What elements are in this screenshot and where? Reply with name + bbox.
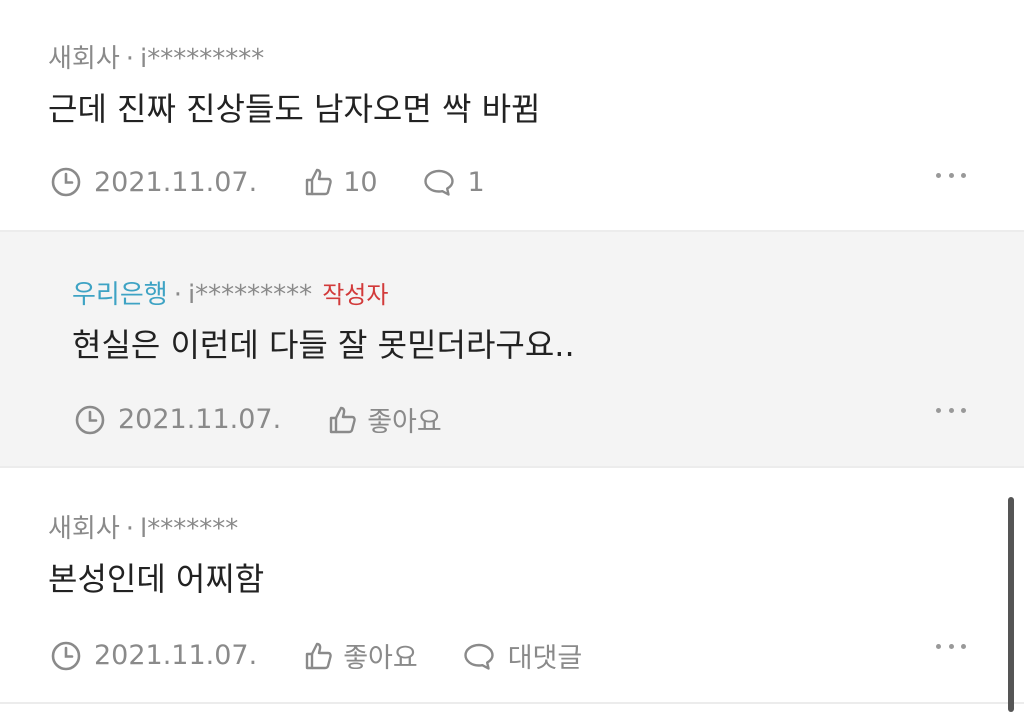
clock-icon	[51, 167, 81, 197]
reply-label: 대댓글	[507, 643, 583, 674]
user-id: i*********	[140, 44, 265, 74]
comment-meta: 새회사 · i*********	[48, 38, 264, 75]
comment-meta: 새회사 · l*******	[48, 508, 238, 545]
reply-count: 1	[467, 166, 485, 198]
comment-footer: 2021.11.07. 좋아요 대댓글	[50, 636, 582, 675]
date-text: 2021.11.07.	[94, 166, 258, 198]
speech-bubble-icon	[423, 169, 454, 196]
author-badge: 작성자	[322, 281, 389, 309]
like-count: 10	[343, 166, 378, 198]
comment-text: 현실은 이런데 다들 잘 못믿더라구요..	[72, 326, 575, 364]
comment-footer: 2021.11.07. 10 1	[50, 166, 485, 198]
meta-separator: ·	[125, 514, 135, 544]
comment-date: 2021.11.07.	[50, 640, 257, 672]
reply-button[interactable]: 대댓글	[462, 636, 583, 675]
comment-text: 본성인데 어찌함	[48, 560, 265, 598]
more-options-button[interactable]	[936, 173, 966, 181]
thumbs-up-icon	[305, 168, 333, 196]
comment-footer: 2021.11.07. 좋아요	[74, 400, 442, 439]
date-text: 2021.11.07.	[118, 404, 282, 435]
user-id: i*********	[187, 280, 313, 310]
like-button[interactable]: 10	[303, 166, 378, 198]
like-button[interactable]: 좋아요	[327, 400, 442, 439]
thumbs-up-icon	[305, 642, 333, 669]
more-dots-icon	[936, 644, 941, 649]
comment-text: 근데 진짜 진상들도 남자오면 싹 바뀜	[48, 90, 541, 128]
company-name[interactable]: 우리은행	[72, 280, 168, 310]
company-name[interactable]: 새회사	[48, 44, 120, 74]
date-text: 2021.11.07.	[94, 640, 258, 671]
comment-item: 새회사 · l******* 본성인데 어찌함 2021.11.07. 좋아요 대댓…	[0, 468, 1024, 704]
meta-separator: ·	[173, 280, 182, 310]
reply-button[interactable]: 1	[422, 166, 485, 198]
like-label: 좋아요	[343, 643, 418, 674]
clock-icon	[51, 641, 81, 670]
comment-item: 새회사 · i********* 근데 진짜 진상들도 남자오면 싹 바뀜 2021…	[0, 0, 1024, 232]
more-options-button[interactable]	[936, 644, 966, 652]
reply-item: 우리은행 · i********* 작성자 현실은 이런데 다들 잘 못믿더라구요..…	[0, 232, 1024, 468]
company-name[interactable]: 새회사	[48, 514, 120, 544]
scrollbar[interactable]	[1008, 497, 1014, 712]
comment-date: 2021.11.07.	[50, 166, 257, 198]
comment-date: 2021.11.07.	[74, 404, 281, 436]
more-dots-icon	[936, 173, 941, 178]
more-dots-icon	[936, 408, 941, 413]
meta-separator: ·	[125, 44, 135, 74]
like-label: 좋아요	[367, 407, 442, 438]
more-options-button[interactable]	[936, 408, 966, 416]
speech-bubble-icon	[464, 643, 494, 670]
comment-meta: 우리은행 · i********* 작성자	[72, 274, 388, 311]
user-id: l*******	[140, 514, 239, 544]
clock-icon	[75, 405, 105, 434]
like-button[interactable]: 좋아요	[303, 636, 418, 675]
thumbs-up-icon	[329, 406, 357, 433]
